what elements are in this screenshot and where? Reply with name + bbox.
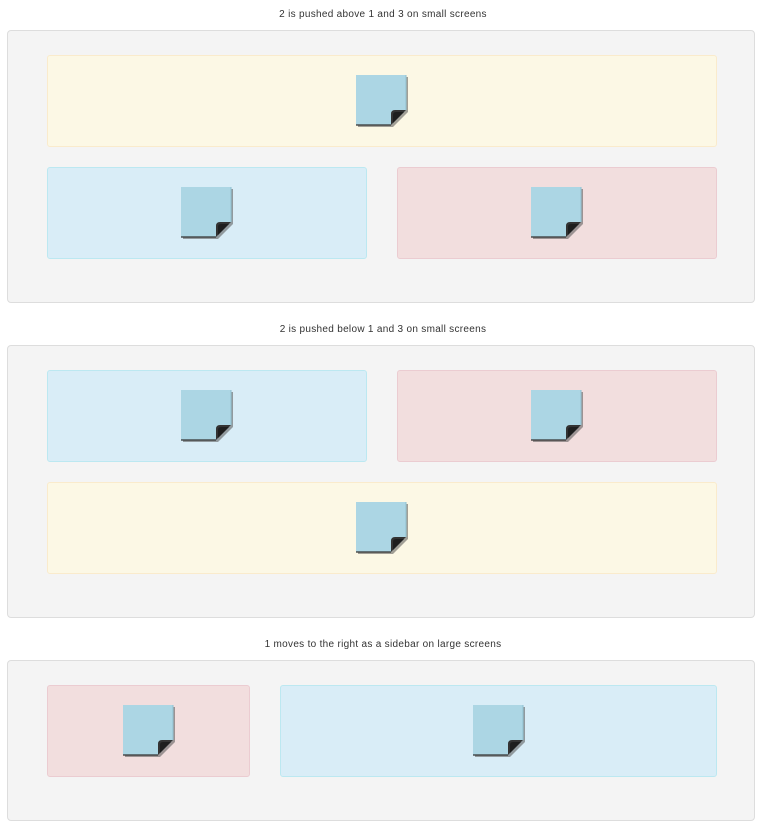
column-box-3 xyxy=(397,370,717,462)
section-caption-3: 1 moves to the right as a sidebar on lar… xyxy=(264,639,502,650)
column-box-1 xyxy=(47,370,367,462)
sticky-note-icon xyxy=(355,74,409,128)
sidebar-box-1 xyxy=(47,685,250,777)
column-box-3 xyxy=(397,167,717,259)
column-box-2 xyxy=(47,55,717,147)
sticky-note-icon xyxy=(180,389,234,443)
column-box-1 xyxy=(47,167,367,259)
sticky-note-icon xyxy=(180,186,234,240)
layout-example-panel-3 xyxy=(7,660,755,821)
section-caption-1: 2 is pushed above 1 and 3 on small scree… xyxy=(279,9,487,20)
layout-example-panel-1 xyxy=(7,30,755,303)
section-caption-2: 2 is pushed below 1 and 3 on small scree… xyxy=(279,324,487,335)
sticky-note-icon xyxy=(530,186,584,240)
sticky-note-icon xyxy=(472,704,526,758)
column-box-2 xyxy=(47,482,717,574)
layout-example-panel-2 xyxy=(7,345,755,618)
sticky-note-icon xyxy=(530,389,584,443)
sticky-note-icon xyxy=(355,501,409,555)
sticky-note-icon xyxy=(122,704,176,758)
main-box-2 xyxy=(280,685,717,777)
